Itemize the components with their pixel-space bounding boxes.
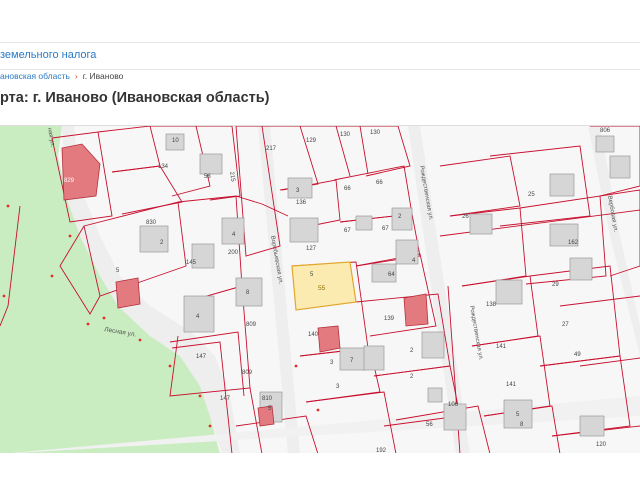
parcel-label: 10 [172, 138, 179, 144]
land-tax-link[interactable]: земельного налога [0, 49, 96, 61]
parcel-label: 139 [384, 316, 395, 322]
parcel-label: 217 [266, 146, 277, 152]
parcel-label: 809 [242, 370, 253, 376]
parcel-label: 138 [486, 302, 497, 308]
parcel-label: 806 [600, 128, 611, 134]
parcel-label: 141 [506, 382, 517, 388]
parcel-label: 66 [376, 180, 383, 186]
parcel-label: 27 [562, 322, 569, 328]
cadastral-map[interactable]: Лесная ул. Воробьевская ул. Рождественск… [0, 125, 640, 455]
cadastral-map-canvas[interactable]: Лесная ул. Воробьевская ул. Рождественск… [0, 126, 640, 454]
breadcrumb-city: г. Иваново [82, 71, 124, 81]
parcel-label: 130 [340, 132, 351, 138]
parcel-label: 129 [306, 138, 317, 144]
parcel-label: 56 [426, 422, 433, 428]
parcel-label: 106 [448, 402, 459, 408]
parcel-label: 145 [186, 260, 197, 266]
parcel-label: 136 [296, 200, 307, 206]
parcel-label: 120 [596, 442, 607, 448]
parcel-label: 200 [228, 250, 239, 256]
page-title: рта: г. Иваново (Ивановская область) [0, 90, 270, 106]
parcel-label: 829 [64, 178, 75, 184]
parcel-label: 809 [246, 322, 257, 328]
parcel-label: 58 [204, 174, 211, 180]
parcel-label: 130 [370, 130, 381, 136]
parcel-label: 141 [496, 344, 507, 350]
parcel-label: 49 [574, 352, 581, 358]
parcel-label: 140 [308, 332, 319, 338]
parcel-label: 134 [158, 164, 169, 170]
breadcrumb-region[interactable]: ановская область [0, 71, 70, 81]
parcel-label: 64 [388, 272, 395, 278]
parcel-label: 147 [220, 396, 231, 402]
parcel-label: 162 [568, 240, 579, 246]
parcel-label: 26 [462, 214, 469, 220]
parcel-label: 29 [552, 282, 559, 288]
parcel-label: 66 [344, 186, 351, 192]
breadcrumb-separator: › [74, 71, 78, 81]
parcel-label: 830 [146, 220, 157, 226]
parcel-label: 147 [196, 354, 207, 360]
parcel-label: 67 [382, 226, 389, 232]
breadcrumb: ановская область › г. Иваново [0, 71, 123, 85]
page-bottom [0, 453, 640, 480]
parcel-label: 25 [528, 192, 535, 198]
parcel-label: 67 [344, 228, 351, 234]
parcel-label: 127 [306, 246, 317, 252]
parcel-label: 810 [262, 396, 273, 402]
highlighted-parcel-label: 55 [318, 285, 326, 292]
top-navigation-bar: земельного налога [0, 42, 640, 70]
